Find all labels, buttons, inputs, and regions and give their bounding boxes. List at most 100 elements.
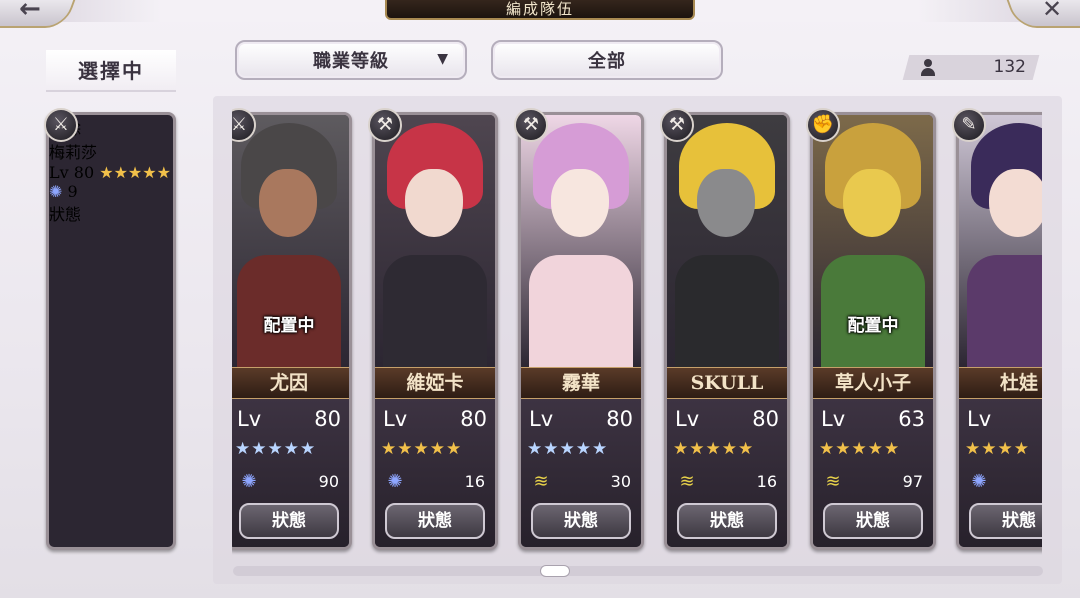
character-info: Lv 6 ★★★★ ✺ 狀態 — [959, 399, 1042, 547]
level-value: 63 — [898, 407, 925, 431]
rarity-stars: ★★★★★ — [381, 439, 463, 459]
portrait-face — [989, 169, 1042, 237]
portrait-torso — [675, 255, 779, 367]
character-portrait — [959, 115, 1042, 367]
character-count: 9 — [67, 182, 78, 201]
status-button[interactable]: 狀態 — [531, 503, 631, 539]
level-value: 80 — [606, 407, 633, 431]
class-badge-icon: ⚔ — [44, 108, 78, 142]
character-info: Lv 80 ★★★★★ ✺ 9 狀態 — [49, 163, 173, 225]
level-label: Lv — [49, 163, 69, 182]
level-value: 80 — [460, 407, 487, 431]
level-label: Lv — [675, 407, 700, 431]
level-label: Lv — [821, 407, 846, 431]
level-label: Lv — [383, 407, 408, 431]
character-portrait — [667, 115, 787, 367]
unit-count: 132 — [906, 55, 1036, 80]
back-button[interactable]: ← — [0, 0, 79, 28]
class-badge-icon: ⚒ — [660, 108, 694, 142]
element-icon: ≋ — [533, 470, 549, 492]
deployment-status: 配置中 — [263, 316, 315, 336]
back-arrow-icon: ← — [19, 0, 41, 24]
selected-character-card[interactable]: 卸除 梅莉莎 Lv 80 ★★★★★ ✺ 9 狀態 — [46, 112, 176, 550]
character-card[interactable]: SKULL Lv 80 ★★★★★ ≋ 16 狀態 — [664, 112, 790, 550]
character-count: 97 — [902, 472, 923, 491]
portrait-torso — [383, 255, 487, 367]
status-button[interactable]: 狀態 — [49, 201, 173, 225]
rarity-stars: ★★★★★ — [673, 439, 755, 459]
character-name: SKULL — [667, 367, 787, 399]
level-label: Lv — [529, 407, 554, 431]
level-value: 80 — [752, 407, 779, 431]
class-badge-icon: ✊ — [806, 108, 840, 142]
character-card[interactable]: 配置中 草人小子 Lv 63 ★★★★★ ≋ 97 狀態 — [810, 112, 936, 550]
class-level-filter-dropdown[interactable]: 職業等級 ▼ — [235, 40, 467, 80]
level-value: 80 — [314, 407, 341, 431]
class-badge-icon: ✎ — [952, 108, 986, 142]
character-count: 90 — [318, 472, 339, 491]
character-info: Lv 80 ★★★★★ ≋ 30 狀態 — [521, 399, 641, 547]
character-name: 尤因 — [232, 367, 349, 399]
rarity-stars: ★★★★★ — [99, 163, 171, 182]
element-icon: ✺ — [241, 470, 257, 492]
character-portrait — [521, 115, 641, 367]
selected-label: 選擇中 — [46, 50, 176, 92]
page-title: 編成隊伍 — [385, 0, 695, 20]
rarity-stars: ★★★★★ — [527, 439, 609, 459]
unit-count-value: 132 — [993, 57, 1026, 77]
character-card[interactable]: 杜娃 Lv 6 ★★★★ ✺ 狀態 — [956, 112, 1042, 550]
level-label: Lv — [967, 407, 992, 431]
portrait-face — [697, 169, 755, 237]
person-icon — [920, 59, 936, 76]
character-name: 草人小子 — [813, 367, 933, 399]
all-filter-button[interactable]: 全部 — [491, 40, 723, 80]
character-count: 30 — [610, 472, 631, 491]
character-name: 梅莉莎 — [49, 143, 98, 162]
all-filter-label: 全部 — [588, 51, 626, 72]
deployment-status: 配置中 — [847, 316, 899, 336]
character-name: 維婭卡 — [375, 367, 495, 399]
chevron-down-icon: ▼ — [437, 51, 449, 67]
portrait-torso — [967, 255, 1042, 367]
character-info: Lv 63 ★★★★★ ≋ 97 狀態 — [813, 399, 933, 547]
character-info: Lv 80 ★★★★★ ✺ 16 狀態 — [375, 399, 495, 547]
element-icon: ✺ — [971, 470, 987, 492]
character-info: Lv 80 ★★★★★ ✺ 90 狀態 — [232, 399, 349, 547]
portrait-torso — [529, 255, 633, 367]
roster-scrollbar[interactable] — [233, 566, 1043, 576]
character-portrait — [375, 115, 495, 367]
element-icon: ✺ — [49, 182, 63, 201]
class-badge-icon: ⚒ — [514, 108, 548, 142]
roster-list[interactable]: 配置中 尤因 Lv 80 ★★★★★ ✺ 90 狀態 ⚔ 維婭卡 Lv 80 ★… — [232, 100, 1042, 560]
status-button[interactable]: 狀態 — [239, 503, 339, 539]
portrait-face — [259, 169, 317, 237]
status-button[interactable]: 狀態 — [823, 503, 923, 539]
element-icon: ≋ — [679, 470, 695, 492]
character-name: 霧華 — [521, 367, 641, 399]
level-value: 80 — [73, 163, 95, 182]
status-button[interactable]: 狀態 — [385, 503, 485, 539]
character-card[interactable]: 霧華 Lv 80 ★★★★★ ≋ 30 狀態 — [518, 112, 644, 550]
portrait-face — [551, 169, 609, 237]
character-card[interactable]: 配置中 尤因 Lv 80 ★★★★★ ✺ 90 狀態 — [232, 112, 352, 550]
close-icon: ✕ — [1041, 0, 1063, 23]
roster-scroll-thumb[interactable] — [540, 565, 570, 577]
character-info: Lv 80 ★★★★★ ≋ 16 狀態 — [667, 399, 787, 547]
close-button[interactable]: ✕ — [1003, 0, 1080, 28]
character-name: 杜娃 — [959, 367, 1042, 399]
rarity-stars: ★★★★★ — [819, 439, 901, 459]
character-count: 16 — [756, 472, 777, 491]
element-icon: ✺ — [387, 470, 403, 492]
class-level-filter-label: 職業等級 — [313, 51, 389, 72]
rarity-stars: ★★★★ — [965, 439, 1030, 459]
character-count: 16 — [464, 472, 485, 491]
portrait-face — [405, 169, 463, 237]
rarity-stars: ★★★★★ — [235, 439, 317, 459]
portrait-face — [843, 169, 901, 237]
status-button[interactable]: 狀態 — [969, 503, 1042, 539]
status-button[interactable]: 狀態 — [677, 503, 777, 539]
level-label: Lv — [237, 407, 262, 431]
element-icon: ≋ — [825, 470, 841, 492]
class-badge-icon: ⚒ — [368, 108, 402, 142]
character-card[interactable]: 維婭卡 Lv 80 ★★★★★ ✺ 16 狀態 — [372, 112, 498, 550]
